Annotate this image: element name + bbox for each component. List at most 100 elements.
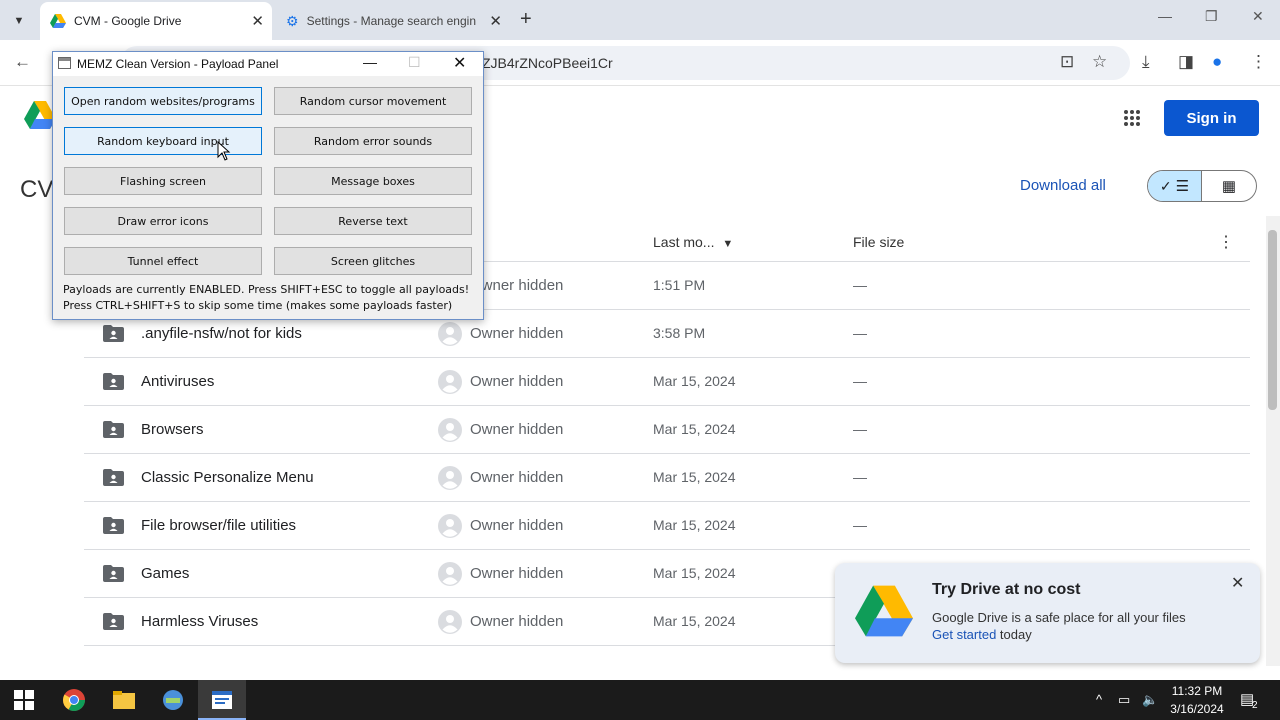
payload-status-text: Payloads are currently ENABLED. Press SH…: [63, 283, 470, 312]
last-modified: Mar 15, 2024: [653, 469, 736, 485]
payload-button[interactable]: Tunnel effect: [64, 247, 262, 275]
owner-text: Owner hidden: [470, 469, 564, 486]
folder-icon: [103, 469, 124, 486]
clock-date[interactable]: 3/16/2024: [1164, 702, 1230, 716]
payload-button[interactable]: Flashing screen: [64, 167, 262, 195]
profile-icon[interactable]: ●: [1212, 52, 1222, 72]
payload-button[interactable]: Random error sounds: [274, 127, 472, 155]
restore-icon[interactable]: ❐: [1205, 8, 1218, 25]
payload-button[interactable]: Random cursor movement: [274, 87, 472, 115]
folder-icon: [103, 325, 124, 342]
sign-in-button[interactable]: Sign in: [1164, 100, 1259, 136]
show-hidden-icons[interactable]: ^: [1096, 692, 1102, 707]
close-window-icon[interactable]: ✕: [1252, 8, 1264, 25]
window-titlebar[interactable]: MEMZ Clean Version - Payload Panel — ☐ ✕: [53, 52, 483, 76]
file-name: Classic Personalize Menu: [141, 469, 314, 486]
tab-strip: ▼ CVM - Google Drive ✕ ⚙ Settings - Mana…: [0, 0, 1280, 40]
list-view-button[interactable]: ✓ ☰: [1148, 171, 1203, 201]
file-name: Antiviruses: [141, 373, 215, 390]
tab-google-drive[interactable]: CVM - Google Drive ✕: [40, 2, 272, 40]
scrollbar[interactable]: [1266, 216, 1280, 666]
mouse-cursor-icon: [217, 141, 231, 161]
owner-avatar-icon: [438, 562, 462, 586]
payload-button[interactable]: Random keyboard input: [64, 127, 262, 155]
tab-search-button[interactable]: ▼: [6, 8, 32, 34]
view-toggle: ✓ ☰ ▦: [1147, 170, 1257, 202]
promo-cta-suffix: today: [996, 627, 1032, 642]
scrollbar-thumb[interactable]: [1268, 230, 1277, 410]
close-icon[interactable]: ✕: [453, 53, 466, 73]
download-icon[interactable]: ⤓: [1142, 52, 1150, 72]
volume-muted-icon[interactable]: 🔈: [1142, 692, 1158, 708]
sort-down-icon: ▼: [722, 238, 734, 250]
url-text: ZJB4rZNcoPBeei1Cr: [482, 55, 613, 71]
owner-text: Owner hidden: [470, 517, 564, 534]
apps-grid-icon[interactable]: [1124, 110, 1140, 126]
grid-view-button[interactable]: ▦: [1202, 171, 1256, 201]
last-modified: Mar 15, 2024: [653, 565, 736, 581]
owner-text: Owner hidden: [470, 325, 564, 342]
close-icon[interactable]: ✕: [1231, 573, 1244, 593]
try-drive-promo: Try Drive at no cost Google Drive is a s…: [835, 563, 1260, 663]
memz-taskbar-button[interactable]: [198, 680, 246, 720]
bookmark-star-icon[interactable]: ☆: [1092, 52, 1107, 72]
app-icon: [58, 57, 71, 69]
table-row[interactable]: Antiviruses Owner hidden Mar 15, 2024 —: [84, 358, 1250, 406]
table-row[interactable]: Classic Personalize Menu Owner hidden Mar …: [84, 454, 1250, 502]
google-drive-logo: [855, 585, 913, 637]
last-modified: 1:51 PM: [653, 277, 706, 293]
memz-payload-panel-window: MEMZ Clean Version - Payload Panel — ☐ ✕…: [52, 51, 484, 320]
file-size: —: [853, 277, 867, 293]
owner-avatar-icon: [438, 322, 462, 346]
new-tab-button[interactable]: +: [520, 8, 532, 31]
tab-settings[interactable]: ⚙ Settings - Manage search engin ✕: [276, 2, 510, 40]
minimize-icon[interactable]: —: [363, 54, 377, 70]
promo-body: Google Drive is a safe place for all you…: [932, 610, 1186, 625]
download-all-button[interactable]: Download all: [1020, 177, 1106, 194]
windows-taskbar: ^ ▭ 🔈 11:32 PM 3/16/2024 ▤ 2: [0, 680, 1280, 720]
clock-time[interactable]: 11:32 PM: [1170, 684, 1224, 698]
promo-title: Try Drive at no cost: [932, 581, 1081, 598]
windows-start-icon[interactable]: [14, 690, 34, 710]
owner-avatar-icon: [438, 466, 462, 490]
chevron-down-icon: ▼: [13, 15, 25, 27]
file-explorer-icon[interactable]: [112, 688, 136, 712]
side-panel-icon[interactable]: ◨: [1178, 52, 1194, 72]
payload-button[interactable]: Draw error icons: [64, 207, 262, 235]
column-last-modified[interactable]: Last mo... ▼: [653, 234, 733, 250]
table-row[interactable]: Browsers Owner hidden Mar 15, 2024 —: [84, 406, 1250, 454]
app-window-icon: [212, 691, 232, 709]
owner-text: Owner hidden: [470, 373, 564, 390]
payload-button[interactable]: Reverse text: [274, 207, 472, 235]
minimize-icon[interactable]: —: [1158, 8, 1172, 24]
payload-button[interactable]: Screen glitches: [274, 247, 472, 275]
get-started-link[interactable]: Get started: [932, 627, 996, 642]
more-vert-icon[interactable]: ⋮: [1218, 232, 1234, 252]
more-menu-icon[interactable]: ⋮: [1250, 52, 1267, 72]
chrome-icon[interactable]: [62, 688, 86, 712]
folder-icon: [103, 517, 124, 534]
last-modified: Mar 15, 2024: [653, 613, 736, 629]
payload-button[interactable]: Message boxes: [274, 167, 472, 195]
promo-cta-line: Get started today: [932, 627, 1032, 642]
page-title: CV: [20, 176, 54, 203]
file-name: Browsers: [141, 421, 204, 438]
network-icon[interactable]: ▭: [1118, 692, 1130, 708]
install-app-icon[interactable]: ⊡: [1060, 52, 1074, 72]
payload-button[interactable]: Open random websites/programs: [64, 87, 262, 115]
column-file-size[interactable]: File size: [853, 234, 904, 250]
file-size: —: [853, 325, 867, 341]
close-icon[interactable]: ✕: [251, 12, 264, 30]
close-icon[interactable]: ✕: [489, 12, 502, 30]
control-panel-icon[interactable]: [161, 688, 185, 712]
maximize-icon: ☐: [408, 54, 421, 70]
last-modified: Mar 15, 2024: [653, 421, 736, 437]
file-name: Games: [141, 565, 190, 582]
back-arrow-icon[interactable]: ←: [14, 52, 31, 72]
grid-icon: ▦: [1221, 178, 1237, 195]
owner-text: Owner hidden: [470, 277, 564, 294]
last-modified: Mar 15, 2024: [653, 373, 736, 389]
notification-count: 2: [1252, 700, 1258, 711]
file-size: —: [853, 517, 867, 533]
table-row[interactable]: File browser/file utilities Owner hidden M…: [84, 502, 1250, 550]
